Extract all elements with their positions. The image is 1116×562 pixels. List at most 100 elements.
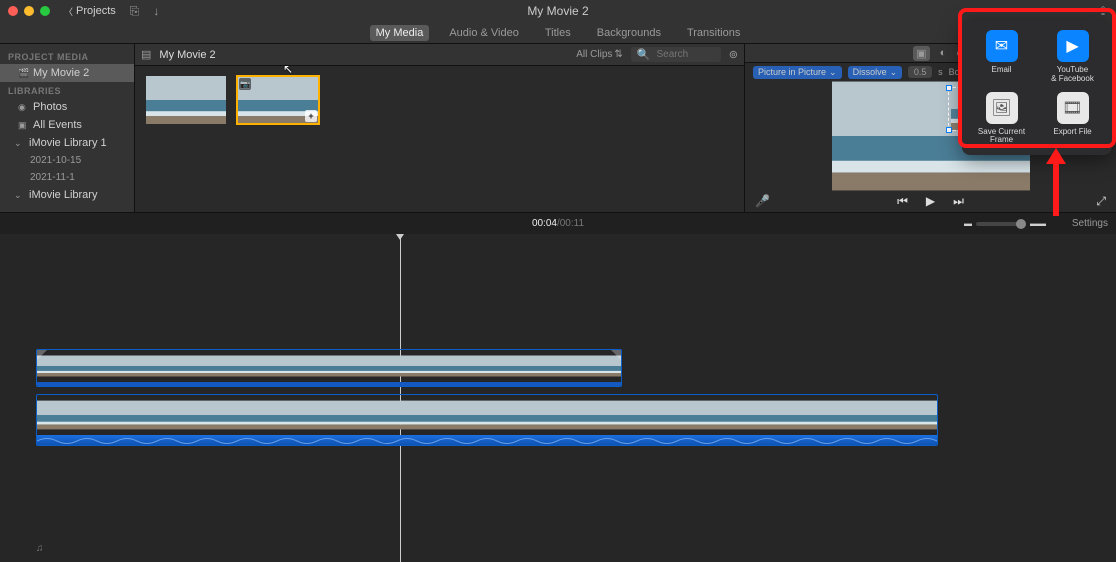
share-export-file[interactable]: 🎞 Export File bbox=[1039, 92, 1106, 146]
transport-controls: 🎤 ⏮ ▶ ⏭ ⤢ bbox=[745, 191, 1116, 212]
film-icon: 🎞 bbox=[1057, 92, 1089, 124]
next-icon[interactable]: ⏭ bbox=[953, 194, 964, 209]
clip-filter-label: All Clips bbox=[576, 49, 612, 60]
pip-handle[interactable] bbox=[946, 127, 952, 133]
photos-icon: ◉ bbox=[18, 102, 28, 113]
timecode-duration: 00:11 bbox=[560, 218, 584, 229]
sidebar-library-1[interactable]: ⌄ iMovie Library 1 bbox=[0, 134, 134, 152]
image-icon: 🖼 bbox=[986, 92, 1018, 124]
pip-handle[interactable] bbox=[946, 85, 952, 91]
sidebar-header-project: PROJECT MEDIA bbox=[0, 48, 134, 64]
download-icon[interactable]: ↓ bbox=[153, 4, 159, 18]
timeline-settings-button[interactable]: Settings bbox=[1072, 218, 1108, 229]
chevron-down-icon: ⌄ bbox=[829, 67, 837, 78]
minimize-window[interactable] bbox=[24, 6, 34, 16]
share-label: Export File bbox=[1053, 128, 1091, 137]
projects-back-button[interactable]: 〈 Projects bbox=[64, 5, 116, 18]
zoom-slider[interactable]: ▬ ▬▬ bbox=[964, 219, 1046, 228]
sidebar-header-libraries: LIBRARIES bbox=[0, 82, 134, 98]
color-balance-icon[interactable]: ◐ bbox=[940, 47, 947, 59]
sidebar-event-1[interactable]: 2021-10-15 bbox=[0, 152, 134, 169]
duration-input[interactable]: 0.5 bbox=[908, 66, 932, 78]
tab-backgrounds[interactable]: Backgrounds bbox=[591, 25, 667, 41]
sidebar-project[interactable]: 🎬 My Movie 2 bbox=[0, 64, 134, 82]
tab-transitions[interactable]: Transitions bbox=[681, 25, 746, 41]
prev-icon[interactable]: ⏮ bbox=[897, 194, 908, 209]
email-icon: ✉ bbox=[986, 30, 1018, 62]
sidebar-item-label: All Events bbox=[33, 119, 82, 131]
duration-unit: s bbox=[938, 67, 943, 77]
document-title: My Movie 2 bbox=[0, 4, 1116, 18]
sidebar-item-label: Photos bbox=[33, 101, 67, 113]
mic-icon[interactable]: 🎤 bbox=[755, 194, 770, 208]
disclosure-icon: ⌄ bbox=[14, 138, 24, 149]
video-icon: ▶ bbox=[1057, 30, 1089, 62]
sidebar-event-2[interactable]: 2021-11-1 bbox=[0, 169, 134, 186]
add-icon[interactable]: + bbox=[305, 110, 317, 122]
primary-track-clip[interactable] bbox=[36, 394, 938, 446]
disclosure-icon: ⌄ bbox=[14, 190, 24, 201]
settings-gear-icon[interactable]: ⊚ bbox=[729, 48, 738, 61]
titlebar: 〈 Projects ⎘ ↓ My Movie 2 ⇪ bbox=[0, 0, 1116, 22]
clip-audio bbox=[37, 435, 937, 446]
share-popover: ✉ Email ▶ YouTube & Facebook 🖼 Save Curr… bbox=[962, 20, 1112, 155]
browser-header: ▤ My Movie 2 All Clips ⇅ 🔍 ⊚ bbox=[135, 44, 744, 66]
events-icon: ▣ bbox=[18, 120, 28, 131]
clip-filter-dropdown[interactable]: All Clips ⇅ bbox=[576, 49, 623, 60]
sidebar-all-events[interactable]: ▣ All Events bbox=[0, 116, 134, 134]
overlay-mode-label: Picture in Picture bbox=[758, 67, 826, 77]
zoom-window[interactable] bbox=[40, 6, 50, 16]
media-browser: ▤ My Movie 2 All Clips ⇅ 🔍 ⊚ 📷 + bbox=[135, 44, 745, 212]
timeline[interactable]: ♫ bbox=[0, 234, 1116, 562]
clip-thumb-1[interactable] bbox=[145, 76, 227, 124]
clip-thumb-2[interactable]: 📷 + bbox=[237, 76, 319, 124]
sidebar-library-2[interactable]: ⌄ iMovie Library bbox=[0, 186, 134, 204]
overlay-mode-dropdown[interactable]: Picture in Picture ⌄ bbox=[753, 66, 842, 79]
tab-audio-video[interactable]: Audio & Video bbox=[443, 25, 525, 41]
projects-label: Projects bbox=[76, 5, 116, 17]
import-icon[interactable]: ⎘ bbox=[130, 4, 140, 19]
search-input[interactable] bbox=[654, 48, 714, 61]
sidebar-project-label: My Movie 2 bbox=[33, 67, 89, 79]
share-save-frame[interactable]: 🖼 Save Current Frame bbox=[968, 92, 1035, 146]
share-icon[interactable]: ⇪ bbox=[1098, 4, 1108, 18]
overlay-track-clip[interactable] bbox=[36, 349, 622, 387]
list-icon[interactable]: ▤ bbox=[141, 48, 151, 61]
film-icon: 🎬 bbox=[18, 68, 28, 79]
transition-label: Dissolve bbox=[853, 67, 887, 77]
chevron-down-icon: ⌄ bbox=[890, 67, 898, 78]
thumbnail-grid: 📷 + bbox=[135, 66, 744, 212]
share-label: YouTube & Facebook bbox=[1051, 66, 1094, 84]
timecode-current: 00:04 bbox=[532, 218, 557, 229]
updown-icon: ⇅ bbox=[614, 49, 622, 60]
sidebar-item-label: iMovie Library 1 bbox=[29, 137, 107, 149]
share-label: Email bbox=[991, 66, 1011, 75]
fullscreen-icon[interactable]: ⤢ bbox=[1096, 194, 1106, 209]
transition-dropdown[interactable]: Dissolve ⌄ bbox=[848, 66, 903, 79]
zoom-thumb[interactable] bbox=[1016, 219, 1026, 229]
zoom-out-icon: ▬ bbox=[964, 219, 972, 228]
tab-titles[interactable]: Titles bbox=[539, 25, 577, 41]
music-icon: ♫ bbox=[36, 543, 44, 554]
media-tabbar: My Media Audio & Video Titles Background… bbox=[0, 22, 1116, 44]
close-window[interactable] bbox=[8, 6, 18, 16]
window-controls bbox=[8, 6, 50, 16]
tab-my-media[interactable]: My Media bbox=[370, 25, 430, 41]
timeline-header: 00:04 / 00:11 ▬ ▬▬ Settings bbox=[0, 212, 1116, 234]
sidebar-item-label: iMovie Library bbox=[29, 189, 97, 201]
sidebar-photos[interactable]: ◉ Photos bbox=[0, 98, 134, 116]
share-label: Save Current Frame bbox=[968, 128, 1035, 146]
clip-audio bbox=[37, 382, 621, 387]
search-icon: 🔍 bbox=[637, 48, 651, 61]
search-field[interactable]: 🔍 bbox=[631, 47, 721, 62]
play-icon[interactable]: ▶ bbox=[926, 194, 935, 208]
browser-title: My Movie 2 bbox=[159, 49, 215, 61]
chevron-left-icon: 〈 bbox=[64, 5, 73, 18]
share-youtube-facebook[interactable]: ▶ YouTube & Facebook bbox=[1039, 30, 1106, 84]
zoom-in-icon: ▬▬ bbox=[1030, 219, 1046, 228]
overlay-icon[interactable]: ▣ bbox=[913, 46, 929, 61]
sidebar: PROJECT MEDIA 🎬 My Movie 2 LIBRARIES ◉ P… bbox=[0, 44, 135, 212]
upper-panels: PROJECT MEDIA 🎬 My Movie 2 LIBRARIES ◉ P… bbox=[0, 44, 1116, 212]
camera-icon: 📷 bbox=[239, 78, 251, 90]
share-email[interactable]: ✉ Email bbox=[968, 30, 1035, 84]
